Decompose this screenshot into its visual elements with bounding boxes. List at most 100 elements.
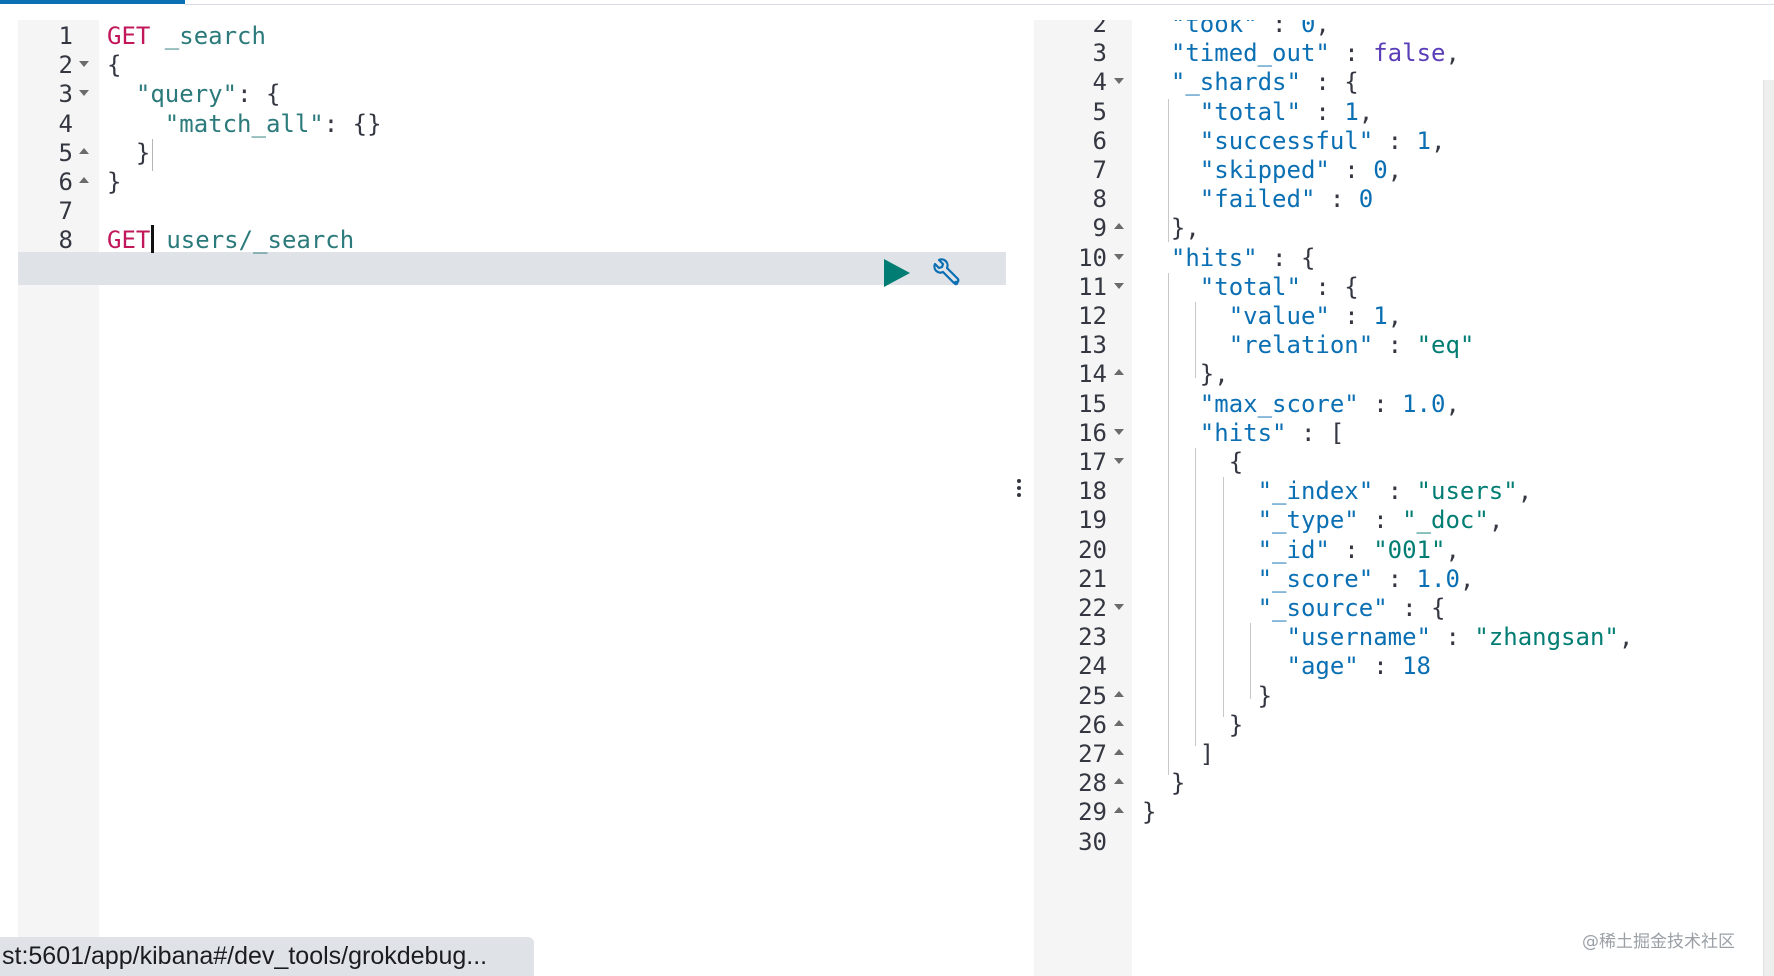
response-line[interactable]: 27 ]: [1034, 738, 1774, 771]
fold-arrow-down-icon[interactable]: [1114, 604, 1124, 610]
response-line[interactable]: 30: [1034, 826, 1774, 859]
response-line[interactable]: 22 "_source" : {: [1034, 592, 1774, 625]
response-line[interactable]: 11 "total" : {: [1034, 271, 1774, 304]
code-text: "query": {: [107, 78, 281, 111]
fold-arrow-down-icon[interactable]: [1114, 458, 1124, 464]
line-number: 2: [58, 51, 73, 80]
response-line[interactable]: 13 "relation" : "eq": [1034, 329, 1774, 362]
request-line[interactable]: 7: [18, 195, 1006, 228]
response-line[interactable]: 29}: [1034, 796, 1774, 829]
fold-arrow-down-icon[interactable]: [1114, 428, 1124, 435]
code-token: :: [1373, 126, 1417, 155]
response-line[interactable]: 19 "_type" : "_doc",: [1034, 504, 1774, 537]
response-line[interactable]: 21 "_score" : 1.0,: [1034, 563, 1774, 596]
code-token: }: [107, 138, 151, 167]
line-number: 5: [58, 138, 73, 167]
request-line[interactable]: 6}: [18, 166, 1006, 199]
code-text: }: [1142, 767, 1185, 800]
response-line[interactable]: 6 "successful" : 1,: [1034, 125, 1774, 158]
response-line[interactable]: 3 "timed_out" : false,: [1034, 37, 1774, 70]
line-number: 20: [1078, 535, 1107, 564]
code-text: },: [1142, 358, 1229, 391]
request-line[interactable]: 8 GET users/_search: [18, 224, 1006, 257]
response-line[interactable]: 23 "username" : "zhangsan",: [1034, 621, 1774, 654]
response-line[interactable]: 25 }: [1034, 680, 1774, 713]
response-line[interactable]: 18 "_index" : "users",: [1034, 475, 1774, 508]
code-token: "age": [1286, 652, 1359, 681]
code-token: :: [1431, 623, 1475, 652]
fold-arrow-up-icon[interactable]: [1114, 749, 1124, 755]
response-line[interactable]: 20 "_id" : "001",: [1034, 534, 1774, 567]
response-line[interactable]: 16 "hits" : [: [1034, 417, 1774, 450]
fold-arrow-down-icon[interactable]: [1114, 78, 1124, 85]
request-line[interactable]: 5 }: [18, 137, 1006, 170]
code-token: _search: [150, 22, 266, 50]
code-text: GET _search: [107, 20, 266, 53]
code-text: "timed_out" : false,: [1142, 37, 1460, 70]
code-text: "_score" : 1.0,: [1142, 563, 1475, 596]
code-token: "value": [1228, 302, 1330, 330]
response-line[interactable]: 24 "age" : 18: [1034, 650, 1774, 683]
request-line[interactable]: 1 GET _search: [18, 20, 1006, 53]
loading-progress-bar: [0, 0, 185, 4]
response-line[interactable]: 14 },: [1034, 358, 1774, 391]
response-viewer[interactable]: 2 "took" : 0, 3 "timed_out" : false, 4 "_s…: [1034, 20, 1774, 976]
code-token: "max_score": [1199, 389, 1359, 418]
request-line[interactable]: 4 "match_all": {}: [18, 108, 1006, 141]
code-token: "total": [1199, 272, 1301, 301]
code-text: "_shards" : {: [1142, 66, 1359, 99]
code-token: "relation": [1228, 331, 1374, 360]
response-line[interactable]: 12 "value" : 1,: [1034, 300, 1774, 333]
response-line[interactable]: 28 }: [1034, 767, 1774, 800]
code-token: :: [1373, 564, 1417, 593]
fold-arrow-up-icon[interactable]: [1114, 778, 1124, 785]
response-line[interactable]: 4 "_shards" : {: [1034, 66, 1774, 99]
wrench-icon[interactable]: [928, 255, 968, 295]
fold-arrow-up-icon[interactable]: [1114, 223, 1124, 230]
response-line[interactable]: 15 "max_score" : 1.0,: [1034, 388, 1774, 421]
response-line[interactable]: 8 "failed" : 0: [1034, 183, 1774, 216]
response-line[interactable]: 5 "total" : 1,: [1034, 96, 1774, 129]
code-token: "took": [1170, 20, 1258, 38]
code-token: 18: [1402, 652, 1432, 681]
code-text: }: [107, 137, 150, 170]
fold-arrow-down-icon[interactable]: [79, 61, 89, 68]
code-token: "eq": [1416, 331, 1475, 360]
code-text: "_type" : "_doc",: [1142, 504, 1504, 537]
code-text: "total" : {: [1142, 271, 1359, 304]
code-text: "total" : 1,: [1142, 96, 1373, 129]
fold-arrow-up-icon[interactable]: [79, 147, 89, 154]
pane-resize-handle[interactable]: [1012, 476, 1026, 506]
request-line[interactable]: 2{: [18, 49, 1006, 82]
request-editor[interactable]: 1 GET _search 2{3 "query": {4 "match_all":…: [18, 20, 1006, 976]
response-line[interactable]: 17 {: [1034, 446, 1774, 479]
code-token: ,: [1445, 535, 1460, 564]
fold-arrow-up-icon[interactable]: [1114, 807, 1124, 814]
response-line[interactable]: 26 }: [1034, 709, 1774, 742]
fold-arrow-up-icon[interactable]: [1114, 719, 1124, 726]
fold-arrow-down-icon[interactable]: [1114, 282, 1124, 289]
code-token: : {: [1300, 272, 1359, 301]
response-line[interactable]: 9 },: [1034, 212, 1774, 245]
response-scrollbar[interactable]: [1763, 80, 1774, 976]
code-token: "username": [1286, 623, 1432, 652]
code-token: }: [1142, 710, 1244, 739]
code-token: : {}: [323, 109, 382, 138]
code-token: :: [1329, 302, 1374, 330]
response-line[interactable]: 10 "hits" : {: [1034, 242, 1774, 275]
code-token: "failed": [1199, 185, 1316, 214]
request-line[interactable]: 3 "query": {: [18, 78, 1006, 111]
fold-arrow-down-icon[interactable]: [1114, 253, 1124, 260]
code-text: "match_all": {}: [107, 108, 382, 141]
code-text: "hits" : [: [1142, 417, 1345, 450]
fold-arrow-up-icon[interactable]: [1114, 369, 1124, 376]
fold-arrow-up-icon[interactable]: [1114, 690, 1124, 697]
response-line[interactable]: 7 "skipped" : 0,: [1034, 154, 1774, 187]
fold-arrow-up-icon[interactable]: [79, 177, 89, 183]
fold-arrow-down-icon[interactable]: [79, 90, 89, 97]
play-icon[interactable]: [884, 259, 910, 287]
